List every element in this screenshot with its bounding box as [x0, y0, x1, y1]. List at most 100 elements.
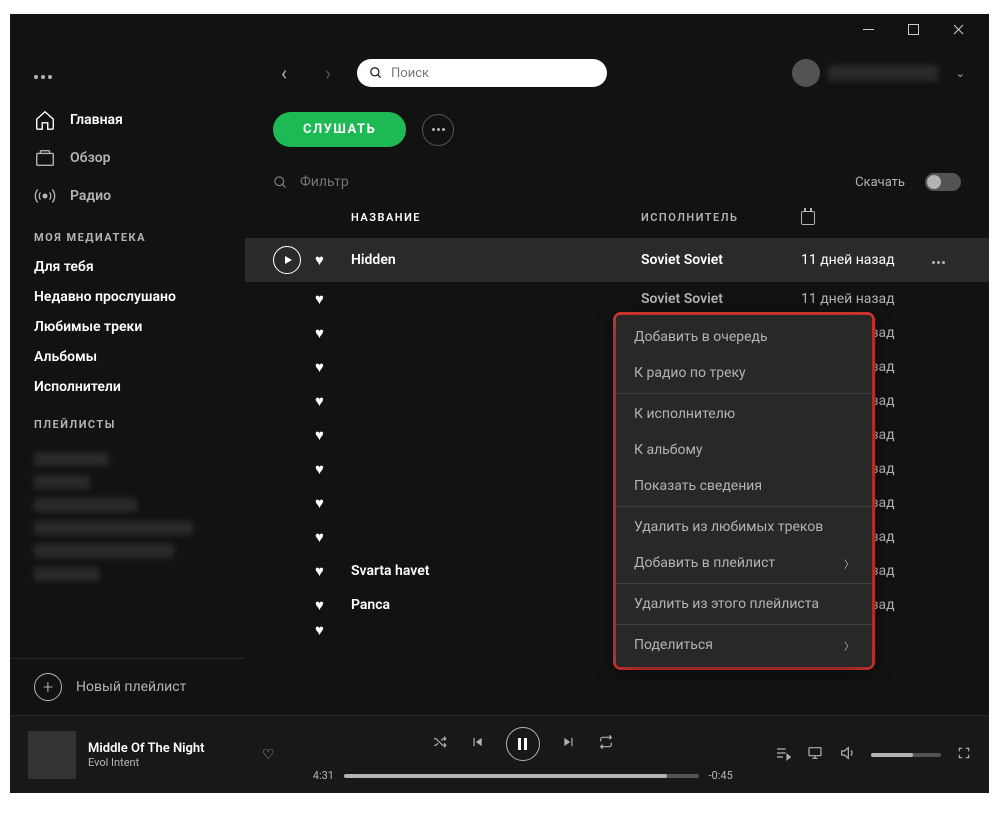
heart-icon[interactable]: ♥ [315, 562, 324, 580]
now-playing-artist[interactable]: Evol Intent [88, 756, 258, 769]
playlist-item[interactable] [34, 498, 137, 512]
menu-item[interactable]: Добавить в плейлист 〉 [616, 545, 872, 581]
heart-icon[interactable]: ♥ [315, 460, 324, 478]
heart-icon[interactable]: ♥ [315, 392, 324, 410]
track-artist[interactable]: Soviet Soviet [641, 252, 801, 268]
filter-row: Скачать [245, 167, 989, 205]
heart-icon[interactable]: ♥ [315, 426, 324, 444]
close-button[interactable] [936, 14, 981, 44]
back-button[interactable]: ‹ [269, 58, 299, 88]
next-button[interactable] [562, 735, 576, 753]
time-elapsed: 4:31 [313, 769, 334, 782]
plus-icon: + [34, 673, 62, 701]
like-button[interactable]: ♡ [262, 747, 275, 763]
menu-item-label: Показать сведения [634, 478, 762, 494]
avatar [792, 59, 820, 87]
heart-icon[interactable]: ♥ [315, 596, 324, 614]
col-title[interactable]: НАЗВАНИЕ [351, 211, 641, 228]
playlist-item[interactable] [34, 567, 99, 581]
nav-label: Обзор [70, 150, 111, 166]
library-header: МОЯ МЕДИАТЕКА [10, 215, 245, 252]
heart-icon[interactable]: ♥ [315, 290, 324, 308]
table-row[interactable]: ♥ Hidden Soviet Soviet 11 дней назад [245, 238, 989, 282]
playlist-list [10, 439, 245, 594]
playlists-header: ПЛЕЙЛИСТЫ [10, 402, 245, 439]
menu-item-label: Добавить в очередь [634, 329, 768, 345]
shuffle-button[interactable] [432, 734, 448, 754]
playlist-item[interactable] [34, 521, 193, 535]
new-playlist-button[interactable]: + Новый плейлист [10, 658, 245, 715]
nav-radio[interactable]: Радио [10, 177, 245, 215]
menu-item[interactable]: Поделиться〉 [616, 627, 872, 663]
download-toggle[interactable] [925, 173, 961, 191]
more-button[interactable] [422, 114, 454, 146]
table-row[interactable]: ♥ Soviet Soviet 11 дней назад [245, 282, 989, 316]
col-date[interactable] [801, 211, 931, 228]
chevron-down-icon: ⌄ [956, 67, 965, 80]
chevron-right-icon: 〉 [844, 556, 854, 571]
volume-slider[interactable] [871, 753, 941, 757]
play-track-button[interactable] [273, 246, 301, 274]
volume-button[interactable] [839, 745, 855, 765]
search-box[interactable] [357, 59, 607, 87]
nav-label: Главная [70, 112, 123, 128]
forward-button[interactable]: › [313, 58, 343, 88]
col-artist[interactable]: ИСПОЛНИТЕЛЬ [641, 211, 801, 228]
now-playing-art[interactable] [28, 731, 76, 779]
prev-button[interactable] [470, 735, 484, 753]
context-menu-highlight: Добавить в очередь К радио по треку К испо… [613, 312, 875, 670]
track-more-button[interactable] [931, 252, 961, 268]
titlebar [10, 14, 989, 44]
menu-item[interactable]: К исполнителю [616, 396, 872, 432]
fullscreen-button[interactable] [957, 746, 971, 764]
track-artist[interactable]: Soviet Soviet [641, 291, 801, 307]
lib-liked[interactable]: Любимые треки [10, 312, 245, 342]
new-playlist-label: Новый плейлист [76, 679, 186, 695]
pause-button[interactable] [506, 727, 540, 761]
search-input[interactable] [391, 66, 595, 81]
radio-icon [34, 185, 56, 207]
menu-item-label: Добавить в плейлист [634, 555, 775, 571]
nav-home[interactable]: Главная [10, 101, 245, 139]
heart-icon[interactable]: ♥ [315, 358, 324, 376]
track-title: Svarta havet [351, 563, 641, 579]
heart-icon[interactable]: ♥ [315, 494, 324, 512]
playlist-item[interactable] [34, 544, 174, 558]
player-bar: Middle Of The Night Evol Intent ♡ 4:31 -… [10, 715, 989, 793]
menu-divider [616, 393, 872, 394]
playlist-item[interactable] [34, 475, 90, 489]
filter-input[interactable] [300, 174, 843, 190]
menu-item[interactable]: Добавить в очередь [616, 319, 872, 355]
now-playing-info: Middle Of The Night Evol Intent [88, 741, 258, 769]
progress-bar[interactable] [344, 774, 699, 778]
username [828, 65, 938, 81]
play-button[interactable]: СЛУШАТЬ [273, 112, 406, 147]
menu-item[interactable]: Показать сведения [616, 468, 872, 504]
track-title: Hidden [351, 252, 641, 268]
now-playing-title[interactable]: Middle Of The Night [88, 741, 258, 756]
menu-item[interactable]: К альбому [616, 432, 872, 468]
menu-item[interactable]: Удалить из любимых треков [616, 509, 872, 545]
sidebar: Главная Обзор Радио МОЯ МЕДИАТЕКА Для те… [10, 44, 245, 715]
heart-icon[interactable]: ♥ [315, 528, 324, 546]
lib-recent[interactable]: Недавно прослушано [10, 282, 245, 312]
devices-button[interactable] [807, 745, 823, 765]
repeat-button[interactable] [598, 734, 614, 754]
lib-for-you[interactable]: Для тебя [10, 252, 245, 282]
minimize-button[interactable] [846, 14, 891, 44]
maximize-button[interactable] [891, 14, 936, 44]
nav-browse[interactable]: Обзор [10, 139, 245, 177]
nav-label: Радио [70, 188, 111, 204]
app-window: Главная Обзор Радио МОЯ МЕДИАТЕКА Для те… [10, 14, 989, 793]
user-menu[interactable]: ⌄ [792, 59, 965, 87]
menu-item[interactable]: К радио по треку [616, 355, 872, 391]
menu-item[interactable]: Удалить из этого плейлиста [616, 586, 872, 622]
lib-artists[interactable]: Исполнители [10, 372, 245, 402]
queue-button[interactable] [775, 745, 791, 765]
heart-icon[interactable]: ♥ [315, 251, 324, 269]
playlist-item[interactable] [34, 452, 109, 466]
lib-albums[interactable]: Альбомы [10, 342, 245, 372]
app-menu-button[interactable] [10, 52, 245, 101]
heart-icon[interactable]: ♥ [315, 324, 324, 342]
menu-divider [616, 624, 872, 625]
